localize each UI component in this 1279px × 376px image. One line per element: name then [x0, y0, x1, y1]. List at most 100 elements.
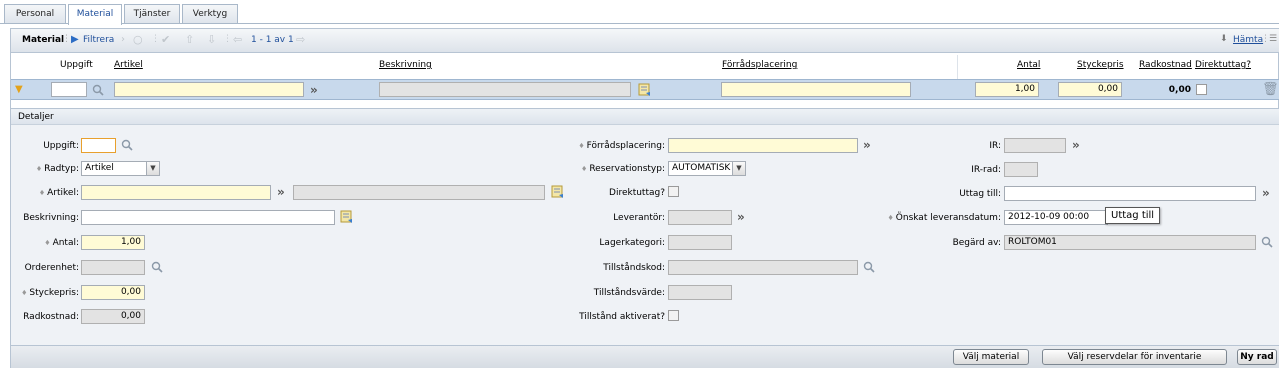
menu-icon[interactable]: ☰	[1269, 34, 1277, 44]
details-footer: Välj material Välj reservdelar för inven…	[11, 345, 1279, 368]
material-panel: Material ⋮ ▶ Filtrera › ○ ⋮ ✔ ⇧ ⇩ ⋮ ⇦ 1 …	[10, 28, 1279, 368]
col-styckepris[interactable]: Styckepris	[1077, 60, 1124, 70]
trash-icon[interactable]: 🗑	[1262, 82, 1279, 97]
begard-av-input: ROLTOM01	[1004, 235, 1256, 250]
col-divider	[957, 55, 958, 79]
col-forradsplacering[interactable]: Förrådsplacering	[722, 60, 797, 70]
row-artikel-expand-icon[interactable]: »	[310, 84, 318, 96]
forradsplacering-expand-icon[interactable]: »	[863, 139, 871, 151]
tillstandsvarde-input	[668, 285, 732, 300]
irrad-input	[1004, 162, 1038, 177]
row-uppgift-input[interactable]	[51, 82, 87, 97]
tab-tjanster[interactable]: Tjänster	[124, 4, 180, 23]
forradsplacering-label: Förrådsplacering:	[551, 141, 665, 151]
filter-button[interactable]: Filtrera	[83, 35, 114, 45]
ny-rad-button[interactable]: Ny rad	[1237, 349, 1277, 365]
ir-input	[1004, 138, 1066, 153]
details-title: Detaljer	[18, 112, 54, 122]
reservationstyp-select[interactable]: AUTOMATISK ▼	[668, 161, 746, 176]
search-icon[interactable]	[92, 84, 104, 96]
chevron-down-icon: ▼	[732, 162, 745, 175]
ir-expand-icon[interactable]: »	[1072, 139, 1080, 151]
uttag-till-input[interactable]	[1004, 186, 1256, 201]
notes-icon[interactable]	[638, 83, 652, 97]
tillstandskod-input	[668, 260, 858, 275]
tooltip: Uttag till	[1105, 207, 1161, 224]
arrow-up-disabled-icon: ⇧	[185, 33, 195, 46]
filter-icon: ▶	[71, 34, 79, 45]
prev-page-icon[interactable]: ⇦	[233, 33, 242, 46]
radkostnad-input: 0,00	[81, 309, 145, 324]
artikel-desc-input	[293, 185, 545, 200]
orderenhet-label: Orderenhet:	[24, 263, 79, 273]
radtyp-select[interactable]: Artikel ▼	[81, 161, 160, 176]
leverantor-input	[668, 210, 732, 225]
row-forradsplacering-input[interactable]	[721, 82, 911, 97]
record-count: 1 - 1 av 1	[251, 35, 294, 45]
col-uppgift[interactable]: Uppgift	[60, 60, 93, 70]
irrad-label: IR-rad:	[971, 165, 1001, 175]
artikel-label: Artikel:	[11, 188, 79, 198]
forradsplacering-input[interactable]	[668, 138, 858, 153]
fetch-icon: ⬇	[1220, 34, 1228, 44]
toolbar-title: Material	[22, 35, 65, 45]
styckepris-input[interactable]: 0,00	[81, 285, 145, 300]
tillstand-aktiverat-label: Tillstånd aktiverat?	[579, 312, 665, 322]
row-beskrivning-input	[379, 82, 631, 97]
table-row[interactable]: ▼ » 1,00 0,00 0,00 🗑	[11, 79, 1279, 100]
antal-input[interactable]: 1,00	[81, 235, 145, 250]
search-icon[interactable]	[121, 139, 133, 151]
uppgift-label: Uppgift:	[43, 141, 79, 151]
details-area: Uppgift: Radtyp: Artikel ▼ Artikel: » Bes…	[11, 125, 1279, 345]
col-radkostnad[interactable]: Radkostnad	[1139, 60, 1192, 70]
onskat-leveransdatum-label: Önskat leveransdatum:	[871, 213, 1001, 223]
search-icon[interactable]	[151, 261, 163, 273]
tab-personal[interactable]: Personal	[4, 4, 66, 23]
search-disabled-icon: ○	[133, 33, 143, 46]
row-styckepris-input[interactable]: 0,00	[1058, 82, 1122, 97]
tab-divider	[0, 23, 1279, 24]
toolbar-separator: ⋮	[151, 34, 160, 44]
search-icon[interactable]	[863, 261, 875, 273]
artikel-expand-icon[interactable]: »	[277, 186, 285, 198]
toolbar-separator: ⋮	[62, 34, 71, 44]
direktuttag-checkbox[interactable]	[668, 186, 679, 197]
material-toolbar: Material ⋮ ▶ Filtrera › ○ ⋮ ✔ ⇧ ⇩ ⋮ ⇦ 1 …	[11, 29, 1279, 53]
tillstandsvarde-label: Tillståndsvärde:	[593, 288, 665, 298]
beskrivning-input[interactable]	[81, 210, 335, 225]
col-antal[interactable]: Antal	[1017, 60, 1040, 70]
valj-material-button[interactable]: Välj material	[953, 349, 1029, 365]
beskrivning-label: Beskrivning:	[23, 213, 79, 223]
col-artikel[interactable]: Artikel	[114, 60, 143, 70]
tab-material[interactable]: Material	[68, 4, 122, 25]
uppgift-input[interactable]	[81, 138, 116, 153]
tillstand-aktiverat-checkbox[interactable]	[668, 310, 679, 321]
fetch-link[interactable]: Hämta	[1233, 35, 1263, 45]
valj-reservdelar-button[interactable]: Välj reservdelar för inventarie	[1042, 349, 1227, 365]
details-header: Detaljer	[11, 108, 1279, 125]
nav-next-icon[interactable]: ›	[121, 34, 125, 45]
ir-label: IR:	[989, 141, 1001, 151]
leverantor-label: Leverantör:	[613, 213, 665, 223]
search-icon[interactable]	[1261, 236, 1273, 248]
notes-icon[interactable]	[340, 210, 354, 224]
onskat-leveransdatum-input[interactable]: 2012-10-09 00:00	[1004, 210, 1108, 225]
row-direktuttag-checkbox[interactable]	[1196, 84, 1207, 95]
direktuttag-label: Direktuttag?	[609, 188, 665, 198]
leverantor-expand-icon[interactable]: »	[737, 211, 745, 223]
next-page-icon[interactable]: ⇨	[296, 33, 305, 46]
check-disabled-icon: ✔	[161, 33, 171, 46]
radtyp-label: Radtyp:	[11, 164, 79, 174]
artikel-input[interactable]	[81, 185, 271, 200]
arrow-down-disabled-icon: ⇩	[207, 33, 217, 46]
antal-label: Antal:	[11, 238, 79, 248]
tab-verktyg[interactable]: Verktyg	[182, 4, 238, 23]
col-beskrivning[interactable]: Beskrivning	[379, 60, 432, 70]
row-antal-input[interactable]: 1,00	[975, 82, 1039, 97]
row-expand-icon[interactable]: ▼	[15, 84, 23, 95]
row-radkostnad-value: 0,00	[1168, 85, 1191, 95]
uttag-till-expand-icon[interactable]: »	[1262, 187, 1270, 199]
begard-av-label: Begärd av:	[952, 238, 1001, 248]
row-artikel-input[interactable]	[114, 82, 304, 97]
col-direktuttag[interactable]: Direktuttag?	[1195, 60, 1251, 70]
